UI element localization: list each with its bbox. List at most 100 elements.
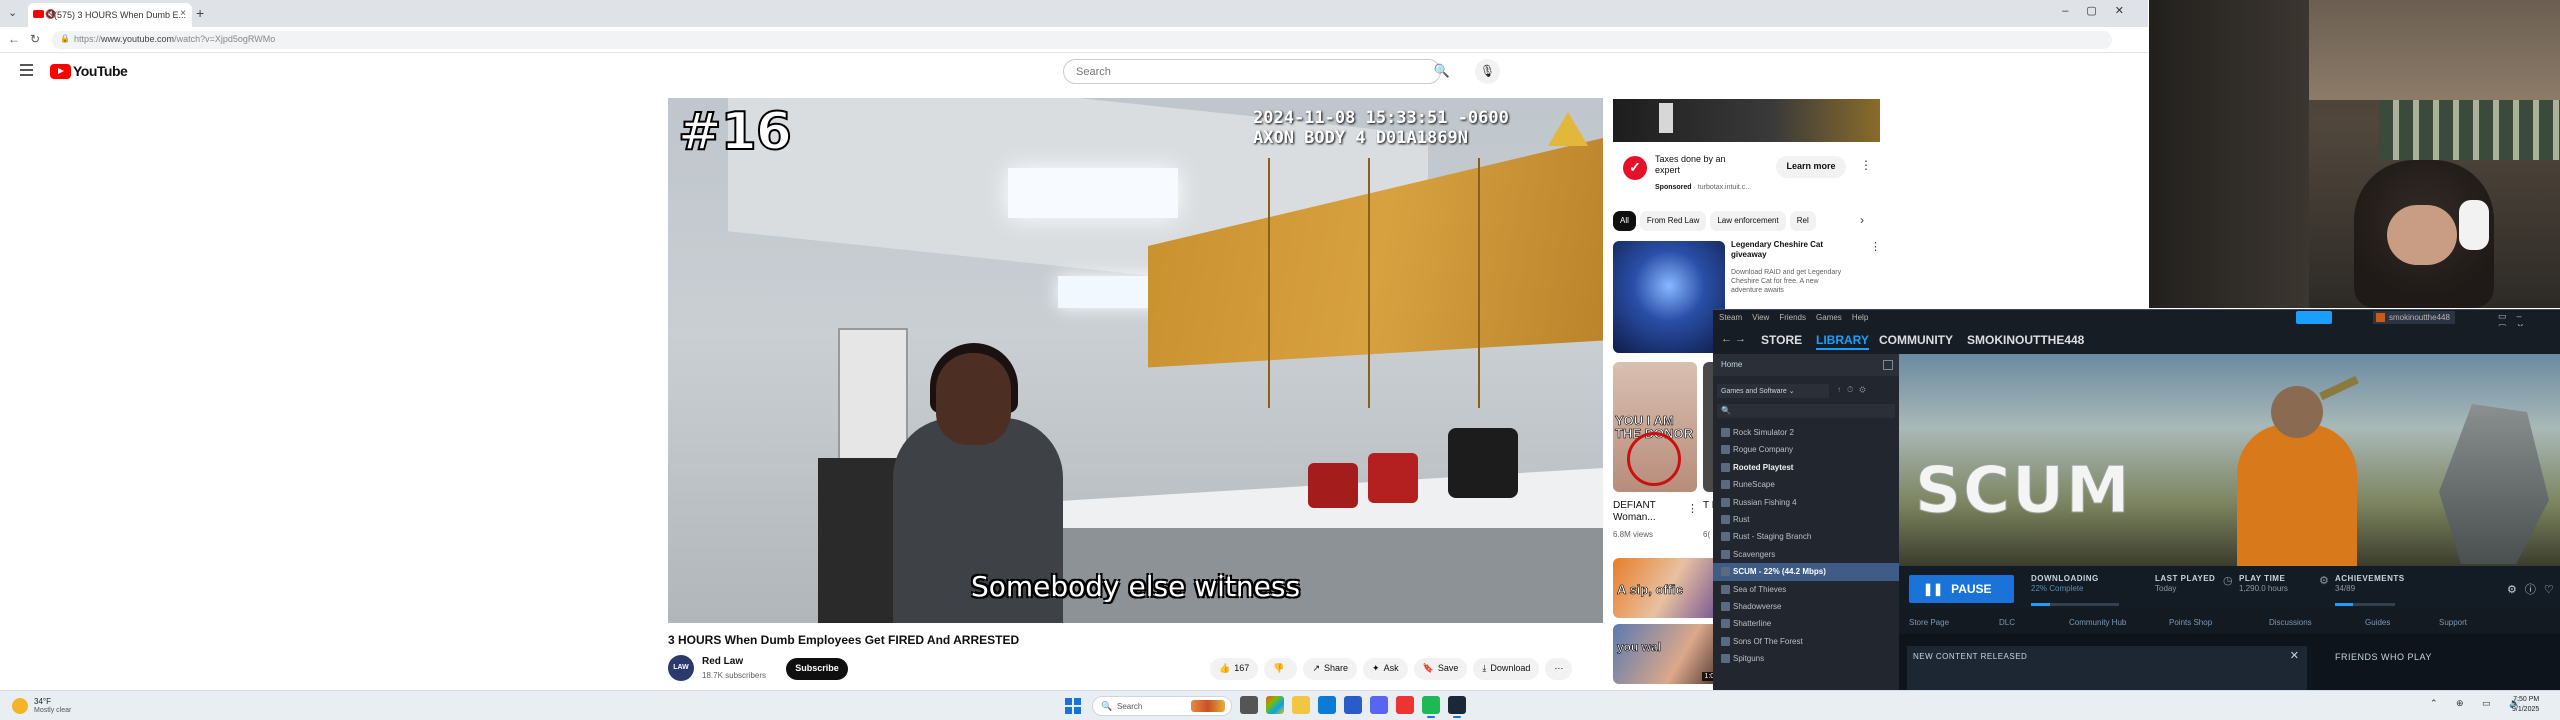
search-icon[interactable]: 🔍 bbox=[1419, 59, 1465, 84]
edge-icon[interactable] bbox=[1318, 696, 1336, 714]
more-vertical-icon[interactable]: ⋮ bbox=[1870, 240, 1881, 253]
nav-profile[interactable]: SMOKINOUTTHE448 bbox=[1967, 333, 2084, 347]
chip-from-channel[interactable]: From Red Law bbox=[1639, 211, 1707, 231]
learn-more-button[interactable]: Learn more bbox=[1776, 156, 1846, 178]
library-search-input[interactable]: 🔍 bbox=[1717, 404, 1895, 418]
ad-banner-image[interactable] bbox=[1613, 99, 1880, 142]
short-thumbnail[interactable]: YOU I AM THE DONOR bbox=[1613, 362, 1697, 492]
subnav-points-shop[interactable]: Points Shop bbox=[2169, 618, 2212, 627]
hamburger-menu-icon[interactable] bbox=[20, 64, 33, 76]
menu-friends[interactable]: Friends bbox=[1779, 313, 1806, 322]
ask-button[interactable]: ✦ Ask bbox=[1363, 658, 1408, 680]
spotify-icon[interactable] bbox=[1422, 696, 1440, 718]
window-controls[interactable]: –▢✕ bbox=[2062, 4, 2142, 17]
announcement-icon[interactable] bbox=[2296, 311, 2332, 324]
tab-close-button[interactable]: × bbox=[180, 8, 186, 19]
games-filter-dropdown[interactable]: Games and Software ⌄ bbox=[1717, 384, 1829, 398]
nav-library[interactable]: LIBRARY bbox=[1816, 333, 1869, 350]
grid-view-icon[interactable] bbox=[1883, 360, 1893, 370]
windows-start-icon[interactable] bbox=[1065, 698, 1081, 714]
reload-icon[interactable]: ↻ bbox=[30, 32, 40, 46]
more-vertical-icon[interactable]: ⋮ bbox=[1687, 502, 1698, 515]
browser-tab[interactable]: 🔇 (575) 3 HOURS When Dumb E... × bbox=[28, 3, 192, 27]
subnav-support[interactable]: Support bbox=[2439, 618, 2467, 627]
bookmark-icon: 🔖 bbox=[1422, 663, 1434, 673]
recommended-thumbnail[interactable]: A sip, offic bbox=[1613, 558, 1725, 618]
recommended-thumbnail[interactable]: you wal 1:04: bbox=[1613, 624, 1725, 684]
menu-help[interactable]: Help bbox=[1852, 313, 1868, 322]
game-item[interactable]: Scavengers bbox=[1713, 546, 1899, 563]
chevron-down-icon[interactable]: ⌄ bbox=[8, 6, 22, 20]
taskbar-search[interactable]: 🔍 Search bbox=[1092, 696, 1232, 716]
channel-avatar[interactable]: LAW bbox=[668, 655, 694, 681]
video-player[interactable]: #16 2024-11-08 15:33:51 -0600 AXON BODY … bbox=[668, 98, 1603, 623]
game-item[interactable]: Shadowverse bbox=[1713, 598, 1899, 615]
game-item[interactable]: Rock Simulator 2 bbox=[1713, 424, 1899, 441]
copilot-icon[interactable] bbox=[1266, 696, 1284, 714]
back-forward-icons[interactable]: ← → bbox=[1721, 333, 1746, 345]
task-view-icon[interactable] bbox=[1240, 696, 1258, 714]
game-item[interactable]: Sea of Thieves bbox=[1713, 581, 1899, 598]
youtube-logo[interactable]: YouTube bbox=[50, 63, 128, 79]
game-item[interactable]: Sons Of The Forest bbox=[1713, 633, 1899, 650]
nav-community[interactable]: COMMUNITY bbox=[1879, 333, 1953, 347]
subnav-dlc[interactable]: DLC bbox=[1999, 618, 2015, 627]
like-button[interactable]: 👍 167 bbox=[1210, 658, 1259, 680]
share-button[interactable]: ↗ Share bbox=[1303, 658, 1358, 680]
filter-icons[interactable]: ↑⏱⚙ bbox=[1837, 385, 1872, 395]
game-settings-icons[interactable]: ⚙ⓘ♡ bbox=[2507, 581, 2560, 597]
search-input[interactable] bbox=[1064, 60, 1384, 83]
subnav-discussions[interactable]: Discussions bbox=[2269, 618, 2312, 627]
game-item[interactable]: Rogue Company bbox=[1713, 441, 1899, 458]
ad-title[interactable]: Taxes done by an expert bbox=[1655, 154, 1745, 176]
steam-account-menu[interactable]: smokinoutthe448 bbox=[2373, 311, 2455, 324]
game-item[interactable]: Rooted Playtest bbox=[1713, 459, 1899, 476]
more-actions-button[interactable]: ⋯ bbox=[1545, 658, 1573, 680]
store-icon[interactable] bbox=[1344, 696, 1362, 714]
short-title[interactable]: DEFIANT Woman... bbox=[1613, 500, 1677, 524]
menu-games[interactable]: Games bbox=[1816, 313, 1842, 322]
game-item[interactable]: Russian Fishing 4 bbox=[1713, 494, 1899, 511]
chrome-icon[interactable] bbox=[1396, 696, 1414, 714]
recommended-title[interactable]: Legendary Cheshire Cat giveaway bbox=[1731, 240, 1851, 260]
download-status[interactable]: DOWNLOADING 22% Complete bbox=[2031, 574, 2099, 594]
game-item[interactable]: Rust - Staging Branch bbox=[1713, 528, 1899, 545]
game-item[interactable]: RuneScape bbox=[1713, 476, 1899, 493]
close-icon[interactable]: ✕ bbox=[2290, 649, 2299, 662]
recommended-thumbnail[interactable] bbox=[1613, 241, 1725, 353]
dislike-button[interactable]: 👎 bbox=[1264, 658, 1298, 680]
save-button[interactable]: 🔖 Save bbox=[1413, 658, 1468, 680]
chip-all[interactable]: All bbox=[1613, 211, 1636, 231]
mute-icon[interactable]: 🔇 bbox=[45, 9, 56, 20]
game-item[interactable]: Shatterline bbox=[1713, 615, 1899, 632]
menu-steam[interactable]: Steam bbox=[1719, 313, 1742, 322]
library-home[interactable]: Home bbox=[1713, 354, 1899, 376]
game-item[interactable]: Spitguns bbox=[1713, 650, 1899, 667]
bodycam-timestamp: 2024-11-08 15:33:51 -0600 AXON BODY 4 D0… bbox=[1253, 108, 1509, 148]
pause-button[interactable]: ❚❚ PAUSE bbox=[1909, 575, 2014, 603]
discord-icon[interactable] bbox=[1370, 696, 1388, 714]
chip-related[interactable]: Rel bbox=[1789, 211, 1816, 231]
game-item[interactable]: Rust bbox=[1713, 511, 1899, 528]
game-item-selected[interactable]: SCUM - 22% (44.2 Mbps) bbox=[1713, 563, 1899, 581]
nav-store[interactable]: STORE bbox=[1761, 333, 1802, 347]
microphone-icon[interactable]: 🎙 bbox=[1475, 59, 1500, 84]
achievements[interactable]: ⚙ ACHIEVEMENTS 34/89 bbox=[2319, 574, 2405, 594]
chevron-right-icon[interactable]: › bbox=[1860, 213, 1864, 227]
taskbar-apps bbox=[1240, 696, 1466, 718]
download-button[interactable]: ⤓ Download bbox=[1473, 658, 1540, 680]
subnav-guides[interactable]: Guides bbox=[2365, 618, 2390, 627]
menu-view[interactable]: View bbox=[1752, 313, 1769, 322]
steam-icon[interactable] bbox=[1448, 696, 1466, 718]
channel-name[interactable]: Red Law bbox=[702, 656, 743, 667]
back-arrow-icon[interactable]: ← bbox=[8, 32, 20, 46]
file-explorer-icon[interactable] bbox=[1292, 696, 1310, 714]
subnav-community-hub[interactable]: Community Hub bbox=[2069, 618, 2126, 627]
subscribe-button[interactable]: Subscribe bbox=[786, 658, 848, 680]
chip-law-enforcement[interactable]: Law enforcement bbox=[1710, 211, 1786, 231]
url-field[interactable]: 🔒 https://www.youtube.com/watch?v=Xjpd5o… bbox=[52, 31, 2112, 49]
taskbar-clock[interactable]: 7:50 PM 9/1/2025 bbox=[2512, 695, 2539, 715]
subnav-store-page[interactable]: Store Page bbox=[1909, 618, 1949, 627]
new-tab-button[interactable]: + bbox=[196, 5, 204, 21]
more-vertical-icon[interactable]: ⋮ bbox=[1860, 158, 1872, 172]
